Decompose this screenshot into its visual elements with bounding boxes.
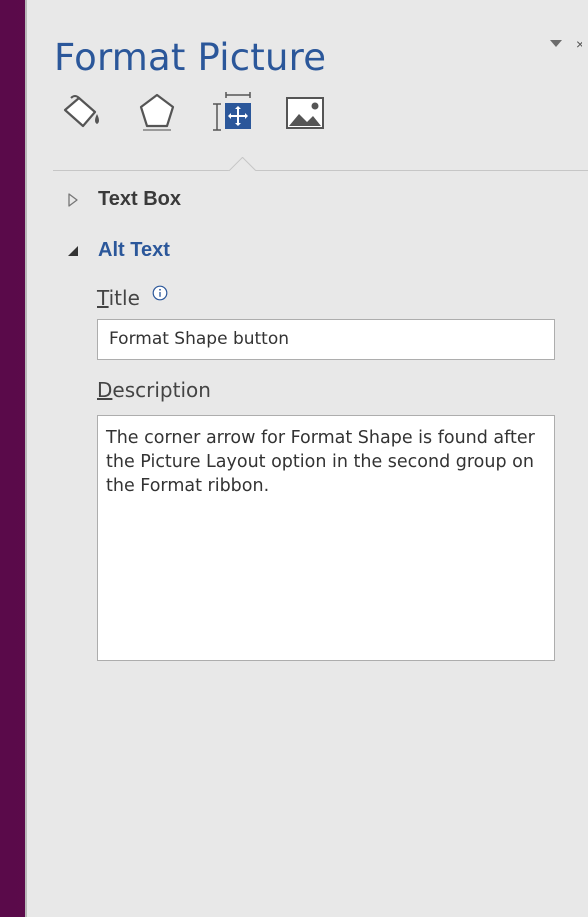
title-input[interactable]: Format Shape button: [97, 319, 555, 360]
chevron-down-icon[interactable]: [550, 40, 562, 47]
paint-bucket-icon: [63, 95, 99, 128]
description-label-rest: escription: [112, 378, 211, 402]
section-text-box[interactable]: Text Box: [64, 188, 181, 211]
tab-effects[interactable]: [135, 90, 179, 134]
close-icon[interactable]: ×: [576, 36, 582, 52]
title-label: Title: [97, 282, 168, 310]
section-label-alt-text: Alt Text: [98, 239, 170, 261]
tab-size-properties[interactable]: [209, 90, 253, 134]
description-label: Description: [97, 378, 211, 402]
description-accesskey: D: [97, 378, 113, 402]
info-icon[interactable]: [152, 282, 168, 306]
size-position-icon: [213, 92, 251, 131]
format-picture-pane: Format Picture × Text Box Alt Text Title…: [25, 0, 588, 917]
tabs-divider: [53, 170, 588, 171]
expand-down-icon: [64, 242, 82, 260]
title-accesskey: T: [97, 286, 109, 310]
description-textarea[interactable]: The corner arrow for Format Shape is fou…: [97, 415, 555, 661]
title-label-rest: itle: [108, 286, 140, 310]
pentagon-icon: [139, 93, 175, 131]
close-glyph: ×: [576, 36, 582, 52]
section-label-text-box: Text Box: [98, 188, 181, 210]
picture-icon: [286, 97, 324, 129]
selected-tab-indicator: [228, 157, 256, 171]
tab-picture[interactable]: [283, 90, 327, 134]
tab-fill-line[interactable]: [61, 90, 105, 134]
expand-right-icon: [64, 191, 82, 209]
pane-title: Format Picture: [54, 36, 327, 79]
section-alt-text[interactable]: Alt Text: [64, 239, 170, 262]
